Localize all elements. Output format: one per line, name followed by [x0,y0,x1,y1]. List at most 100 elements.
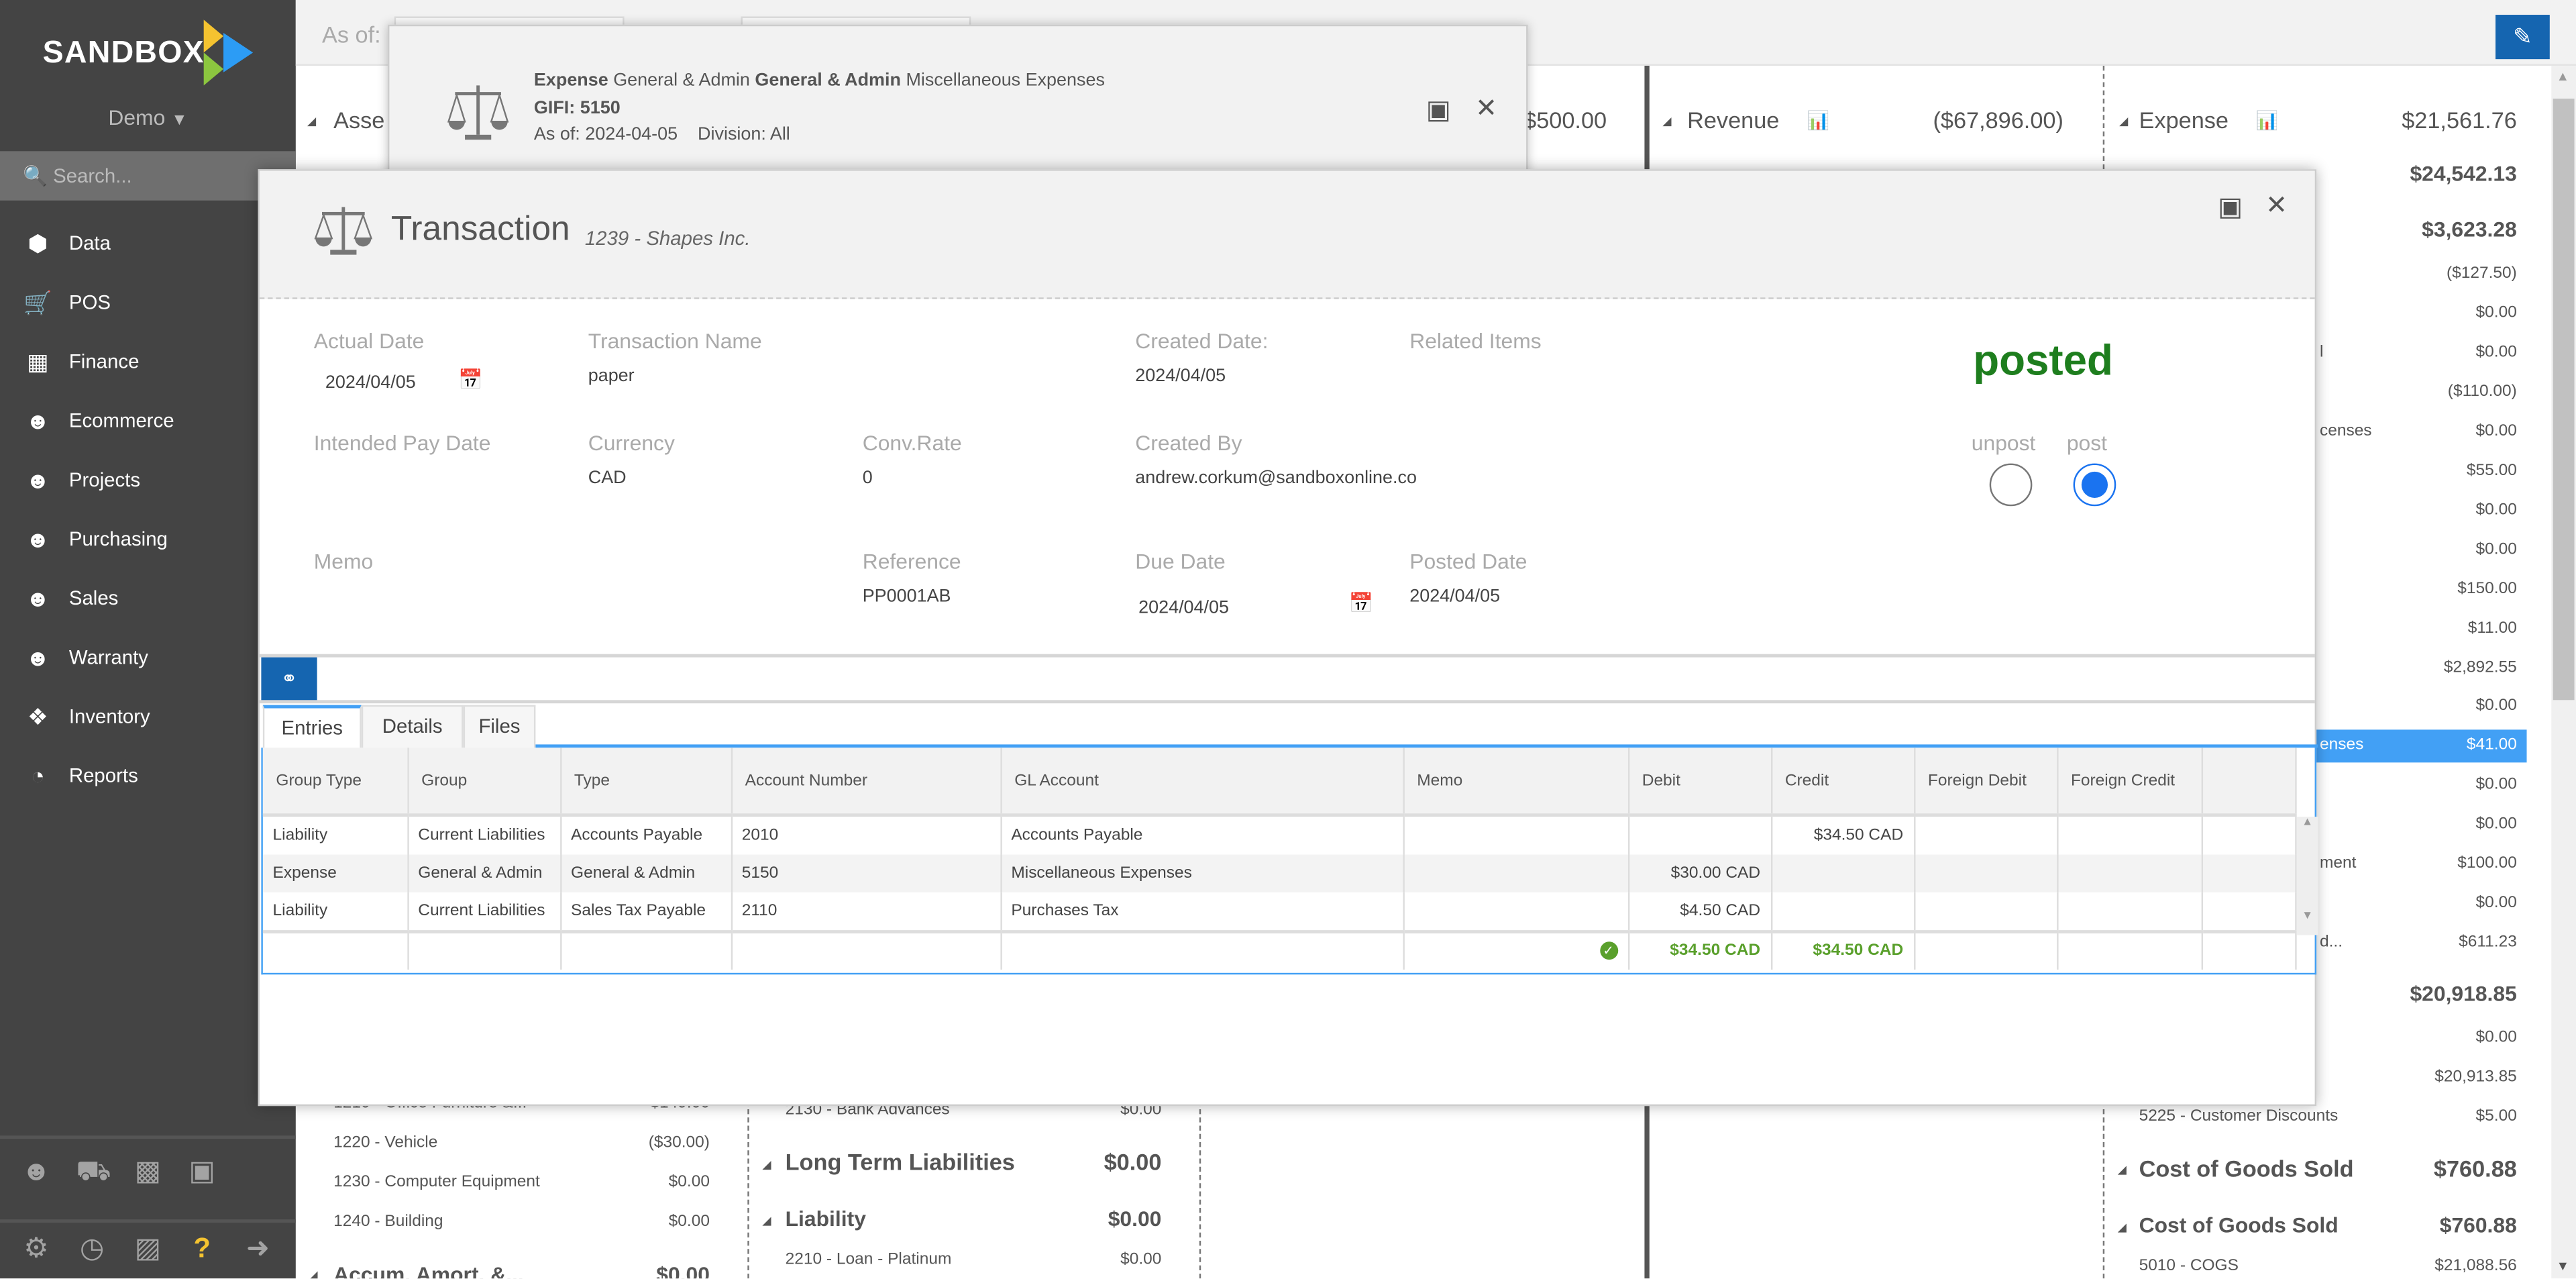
group-row-label[interactable]: Accum. Amort. &... [333,1262,524,1278]
truck-icon[interactable]: ⛟ [74,1156,113,1192]
table-cell[interactable]: Sales Tax Payable [560,892,733,931]
scrollbar-thumb[interactable] [2553,98,2575,701]
group-row-label[interactable]: Liability [786,1207,866,1231]
table-cell[interactable] [1914,815,2058,854]
collapse-triangle-icon[interactable]: ◢ [1662,115,1671,128]
post-radio[interactable] [2073,463,2116,507]
account-row-label[interactable]: 2210 - Loan - Platinum [786,1251,952,1269]
collapse-triangle-icon[interactable]: ◢ [309,1269,317,1278]
table-cell[interactable]: 5150 [731,854,1002,892]
currency-field[interactable]: CAD [588,468,627,488]
table-cell[interactable]: Accounts Payable [560,815,733,854]
column-header[interactable]: Type [560,748,733,817]
logout-icon[interactable]: ➜ [238,1233,278,1266]
search-input[interactable]: 🔍 Search... [0,151,296,201]
account-selector[interactable]: Demo ▼ [0,105,296,130]
table-cell[interactable]: Liability [262,815,409,854]
account-row-label[interactable]: 5010 - COGS [2139,1257,2239,1275]
table-cell[interactable] [1771,892,1915,931]
table-row[interactable]: Liability Current Liabilities Sales Tax Pa… [262,892,2296,931]
archive-icon[interactable]: ▣ [182,1156,222,1188]
due-date-field[interactable]: 2024/04/05 [1138,598,1229,617]
calendar-icon[interactable]: 📅 [1349,592,1374,615]
table-cell[interactable]: Accounts Payable [1000,815,1404,854]
table-cell[interactable] [1403,815,1629,854]
table-cell[interactable] [2057,854,2202,892]
conv-rate-field[interactable]: 0 [863,468,873,488]
calendar-icon[interactable]: 📅 [458,368,483,391]
collapse-triangle-icon[interactable]: ◢ [2119,115,2128,128]
table-cell[interactable] [2201,854,2296,892]
column-header[interactable]: Account Number [731,748,1002,817]
close-icon[interactable]: ✕ [1475,92,1497,125]
users-icon[interactable]: ☻ [16,1156,56,1188]
table-cell[interactable]: Liability [262,892,409,931]
collapse-triangle-icon[interactable]: ◢ [2118,1164,2127,1176]
table-cell[interactable]: $30.00 CAD [1627,854,1772,892]
reference-field[interactable]: PP0001AB [863,586,951,606]
help-icon[interactable]: ? [182,1233,222,1266]
sidebar-item-pos[interactable]: 🛒 POS [0,274,296,330]
logo[interactable]: SANDBOX [40,19,270,86]
table-cell[interactable]: 2010 [731,815,1002,854]
table-row[interactable]: Liability Current Liabilities Accounts Pay… [262,815,2296,854]
link-button[interactable]: ⚭ [261,657,317,702]
transaction-name-field[interactable]: paper [588,366,635,386]
sidebar-item-ecommerce[interactable]: ☻ Ecommerce [0,393,296,448]
assets-header[interactable]: Asse [333,107,384,133]
account-row-label[interactable]: 1220 - Vehicle [333,1134,437,1152]
table-cell[interactable] [2057,815,2202,854]
sidebar-item-projects[interactable]: ☻ Projects [0,452,296,507]
table-cell[interactable]: Purchases Tax [1000,892,1404,931]
collapse-triangle-icon[interactable]: ◢ [762,1215,771,1227]
account-row-label[interactable]: 1230 - Computer Equipment [333,1174,540,1192]
column-header[interactable]: Debit [1627,748,1772,817]
table-cell[interactable]: Current Liabilities [407,815,561,854]
unpost-radio[interactable] [1989,463,2033,507]
sidebar-item-finance[interactable]: ▦ Finance [0,334,296,389]
scroll-up-icon[interactable]: ▲ [2297,817,2318,828]
column-header[interactable]: Foreign Debit [1914,748,2058,817]
actual-date-field[interactable]: 2024/04/05 [325,373,416,393]
tab-details[interactable]: Details [361,705,464,748]
grid-scrollbar[interactable]: ▲ ▼ [2296,817,2318,935]
factory-icon[interactable]: ▩ [128,1156,168,1188]
table-cell[interactable]: $34.50 CAD [1771,815,1915,854]
gear-icon[interactable]: ⚙ [16,1233,56,1266]
table-cell[interactable]: General & Admin [407,854,561,892]
revenue-header[interactable]: Revenue [1687,107,1779,133]
table-cell[interactable] [2201,815,2296,854]
table-row[interactable]: Expense General & Admin General & Admin 515… [262,854,2296,892]
table-cell[interactable] [2201,892,2296,931]
maximize-icon[interactable]: ▣ [2218,191,2243,223]
table-cell[interactable]: Current Liabilities [407,892,561,931]
maximize-icon[interactable]: ▣ [1426,94,1451,127]
column-header[interactable] [2201,748,2296,817]
column-header[interactable]: Group [407,748,561,817]
table-cell[interactable] [2057,892,2202,931]
sidebar-item-data[interactable]: ⬢ Data [0,215,296,271]
bar-chart-icon[interactable]: 📊 [1807,110,1830,132]
group-row-label[interactable]: Long Term Liabilities [786,1149,1015,1175]
table-cell[interactable]: $4.50 CAD [1627,892,1772,931]
account-row-label[interactable]: 5225 - Customer Discounts [2139,1108,2339,1126]
tab-entries[interactable]: Entries [262,705,362,748]
collapse-triangle-icon[interactable]: ◢ [307,115,316,128]
expense-header[interactable]: Expense [2139,107,2229,133]
sidebar-item-inventory[interactable]: ❖ Inventory [0,688,296,744]
table-cell[interactable] [1914,892,2058,931]
lock-icon[interactable]: ▨ [128,1233,168,1266]
table-cell[interactable]: Expense [262,854,409,892]
scroll-down-icon[interactable]: ▼ [2297,911,2318,922]
sidebar-item-sales[interactable]: ☻ Sales [0,570,296,626]
group-row-label[interactable]: Cost of Goods Sold [2139,1213,2339,1237]
scroll-up-icon[interactable]: ▲ [2557,69,2569,84]
bar-chart-icon[interactable]: 📊 [2255,110,2278,132]
table-cell[interactable]: Miscellaneous Expenses [1000,854,1404,892]
sidebar-item-purchasing[interactable]: ☻ Purchasing [0,511,296,567]
collapse-triangle-icon[interactable]: ◢ [2118,1221,2127,1234]
collapse-triangle-icon[interactable]: ◢ [762,1159,771,1172]
table-cell[interactable]: General & Admin [560,854,733,892]
column-header[interactable]: GL Account [1000,748,1404,817]
tab-files[interactable]: Files [463,705,536,748]
